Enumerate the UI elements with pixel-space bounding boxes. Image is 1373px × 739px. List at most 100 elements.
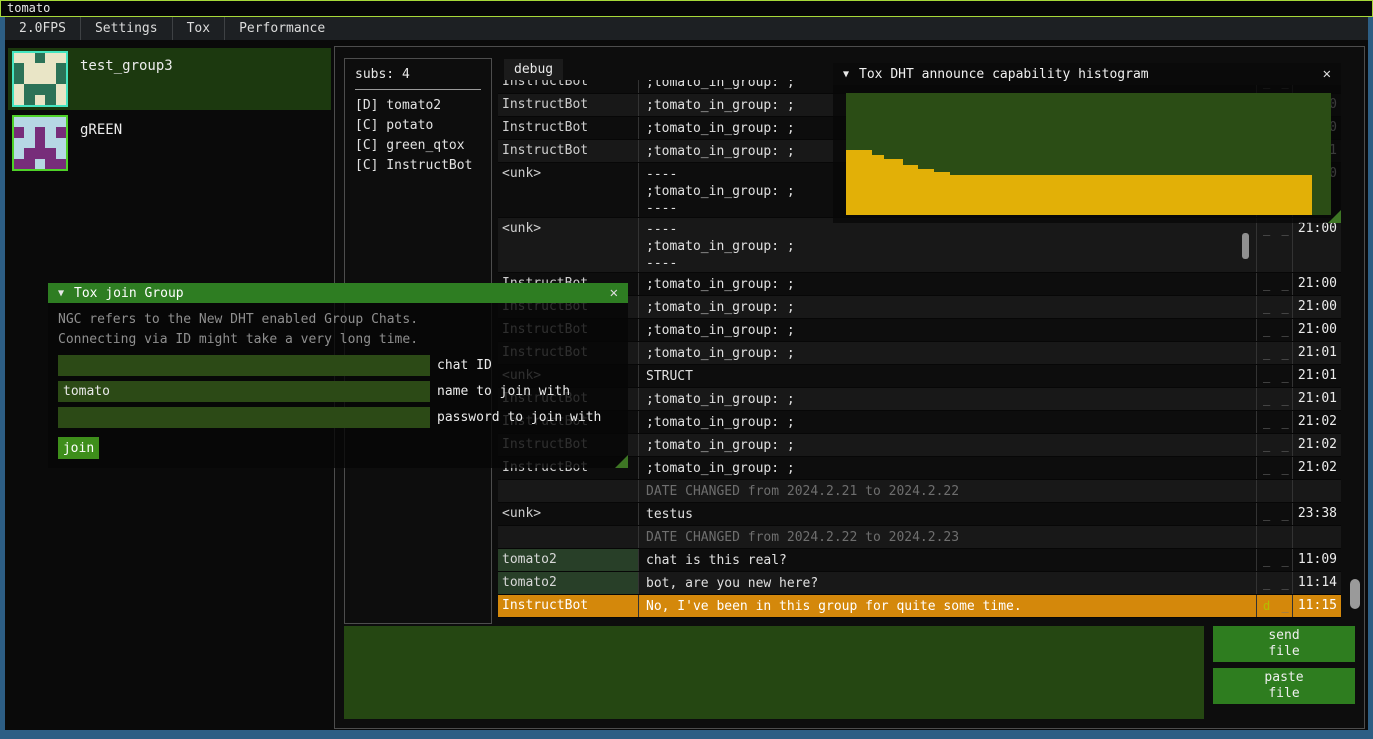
system-message-row[interactable]: DATE CHANGED from 2024.2.21 to 2024.2.22: [498, 480, 1341, 503]
avatar-pixel: [45, 159, 55, 169]
message-author: <unk>: [498, 163, 639, 217]
message-timestamp: 23:38: [1293, 503, 1341, 525]
close-icon[interactable]: ✕: [610, 285, 618, 301]
avatar-pixel: [56, 117, 66, 127]
menu-item-performance[interactable]: Performance: [225, 17, 339, 40]
resize-grip[interactable]: [615, 455, 628, 468]
field-label: chat ID: [437, 358, 492, 373]
join-dialog-titlebar[interactable]: ▼ Tox join Group ✕: [48, 283, 628, 303]
avatar-pixel: [14, 95, 24, 105]
members-separator: [355, 89, 481, 90]
member-item-green_qtox[interactable]: [C] green_qtox: [355, 136, 491, 156]
window-titlebar[interactable]: tomato: [0, 0, 1373, 17]
member-item-tomato2[interactable]: [D] tomato2: [355, 96, 491, 116]
message-timestamp: 11:09: [1293, 549, 1341, 571]
avatar-pixel: [14, 127, 24, 137]
avatar-pixel: [14, 53, 24, 63]
avatar-pixel: [56, 95, 66, 105]
menu-bar: 2.0FPSSettingsToxPerformance: [5, 17, 1368, 40]
field-label: password to join with: [437, 410, 601, 425]
message-row[interactable]: <unk>----;tomato_in_group: ;----_ _21:00: [498, 218, 1341, 273]
message-input[interactable]: [344, 626, 1204, 719]
message-author: tomato2: [498, 572, 639, 594]
message-text: ;tomato_in_group: ;: [639, 296, 1257, 318]
message-timestamp: 21:02: [1293, 457, 1341, 479]
group-list: test_group3 gREEN: [8, 48, 331, 176]
paste-file-button[interactable]: paste file: [1213, 668, 1355, 704]
group-item-gREEN[interactable]: gREEN: [8, 112, 331, 174]
message-flags: _ _: [1257, 572, 1293, 594]
avatar-pixel: [35, 95, 45, 105]
avatar-pixel: [24, 95, 34, 105]
message-timestamp: 21:00: [1293, 319, 1341, 341]
avatar-pixel: [35, 84, 45, 94]
message-timestamp: 11:14: [1293, 572, 1341, 594]
avatar-pixel: [24, 127, 34, 137]
avatar-pixel: [35, 148, 45, 158]
message-timestamp: 21:01: [1293, 365, 1341, 387]
avatar-pixel: [14, 148, 24, 158]
chat-id-input[interactable]: [58, 355, 430, 376]
message-text: ;tomato_in_group: ;: [639, 273, 1257, 295]
join-field-row: name to join with: [58, 381, 628, 402]
group-name-label: test_group3: [80, 58, 173, 110]
message-timestamp: [1293, 526, 1341, 548]
menu-item-tox[interactable]: Tox: [173, 17, 224, 40]
menu-item-settings[interactable]: Settings: [81, 17, 172, 40]
message-author: <unk>: [498, 218, 639, 272]
join-dialog-hints: NGC refers to the New DHT enabled Group …: [58, 310, 618, 350]
avatar-pixel: [45, 127, 55, 137]
group-avatar: [12, 51, 68, 107]
resize-grip[interactable]: [1328, 210, 1341, 223]
avatar-pixel: [45, 74, 55, 84]
message-row[interactable]: <unk>testus_ _23:38: [498, 503, 1341, 526]
message-flags: _ _: [1257, 549, 1293, 571]
message-author: InstructBot: [498, 595, 639, 617]
member-item-potato[interactable]: [C] potato: [355, 116, 491, 136]
join-name-input[interactable]: [58, 381, 430, 402]
message-author: tomato2: [498, 549, 639, 571]
join-button[interactable]: join: [58, 437, 99, 459]
close-icon[interactable]: ✕: [1323, 66, 1331, 82]
avatar-pixel: [45, 53, 55, 63]
message-row[interactable]: tomato2chat is this real?_ _11:09: [498, 549, 1341, 572]
message-flags: _ _: [1257, 434, 1293, 456]
send-file-button[interactable]: send file: [1213, 626, 1355, 662]
message-row[interactable]: InstructBotNo, I've been in this group f…: [498, 595, 1341, 618]
message-text: bot, are you new here?: [639, 572, 1257, 594]
message-flags: [1257, 480, 1293, 502]
message-row[interactable]: tomato2bot, are you new here?_ _11:14: [498, 572, 1341, 595]
avatar-pixel: [24, 138, 34, 148]
avatar-pixel: [14, 159, 24, 169]
inner-scrollbar-thumb[interactable]: [1242, 233, 1249, 259]
message-flags: _ _: [1257, 388, 1293, 410]
system-message-row[interactable]: DATE CHANGED from 2024.2.22 to 2024.2.23: [498, 526, 1341, 549]
avatar-pixel: [14, 117, 24, 127]
tab-debug[interactable]: debug: [504, 59, 563, 80]
app-window: tomato 2.0FPSSettingsToxPerformance test…: [0, 0, 1373, 739]
message-timestamp: 21:00: [1293, 218, 1341, 272]
collapse-arrow-icon[interactable]: ▼: [843, 69, 849, 80]
avatar-pixel: [24, 159, 34, 169]
window-title: tomato: [7, 1, 50, 15]
join-group-dialog: ▼ Tox join Group ✕ NGC refers to the New…: [48, 283, 628, 468]
join-password-input[interactable]: [58, 407, 430, 428]
message-flags: _ _: [1257, 342, 1293, 364]
chat-scrollbar-thumb[interactable]: [1350, 579, 1360, 609]
member-item-InstructBot[interactable]: [C] InstructBot: [355, 156, 491, 176]
chat-scrollbar[interactable]: [1349, 80, 1361, 624]
message-flags: [1257, 526, 1293, 548]
message-timestamp: 21:02: [1293, 434, 1341, 456]
join-dialog-title: Tox join Group: [74, 286, 184, 301]
avatar-pixel: [45, 84, 55, 94]
message-author: InstructBot: [498, 117, 639, 139]
group-item-test_group3[interactable]: test_group3: [8, 48, 331, 110]
field-label: name to join with: [437, 384, 570, 399]
avatar-pixel: [14, 74, 24, 84]
histogram-window-titlebar[interactable]: ▼ Tox DHT announce capability histogram …: [833, 63, 1341, 85]
avatar-pixel: [24, 63, 34, 73]
avatar-pixel: [24, 84, 34, 94]
join-field-row: password to join with: [58, 407, 628, 428]
collapse-arrow-icon[interactable]: ▼: [58, 288, 64, 299]
group-name-label: gREEN: [80, 122, 122, 174]
